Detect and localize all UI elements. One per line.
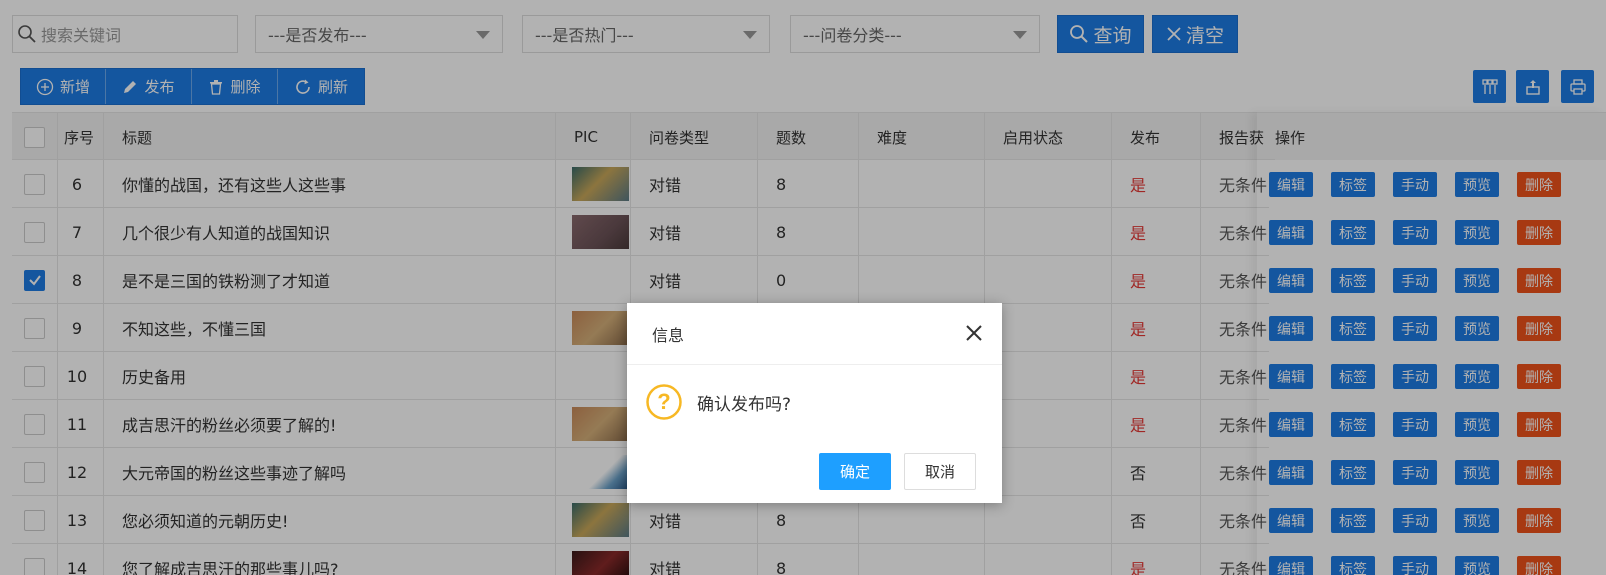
svg-text:?: ? — [657, 389, 670, 414]
cancel-button[interactable]: 取消 — [904, 453, 976, 490]
question-icon: ? — [646, 384, 682, 420]
confirm-dialog: 信息 ? 确认发布吗? 确定 取消 — [627, 303, 1002, 503]
confirm-button[interactable]: 确定 — [819, 453, 891, 490]
close-icon[interactable] — [964, 323, 984, 343]
dialog-title: 信息 — [627, 303, 1002, 365]
dialog-body: ? 确认发布吗? — [645, 383, 791, 421]
dialog-message: 确认发布吗? — [697, 394, 792, 415]
